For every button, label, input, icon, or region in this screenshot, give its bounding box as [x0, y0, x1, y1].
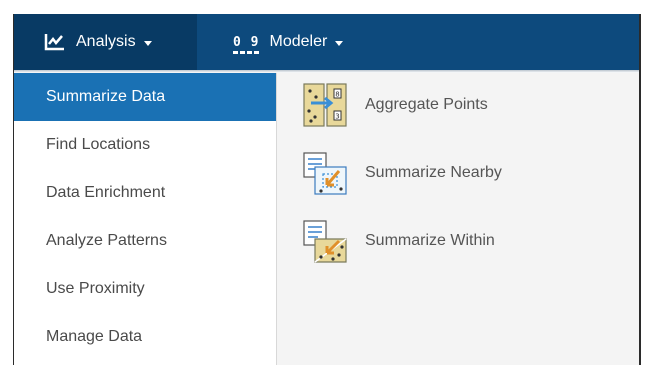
line-chart-icon — [44, 32, 66, 52]
svg-text:8: 8 — [335, 91, 339, 99]
top-toolbar: Analysis 0 9 Modeler — [14, 14, 640, 70]
sidebar-item-use-proximity[interactable]: Use Proximity — [14, 265, 276, 313]
sidebar-item-label: Analyze Patterns — [46, 232, 167, 249]
tool-label: Summarize Nearby — [365, 164, 502, 181]
left-margin — [0, 0, 14, 365]
digits-icon-text: 0 9 — [233, 34, 260, 50]
sidebar-item-label: Find Locations — [46, 136, 151, 153]
modeler-menu-button[interactable]: 0 9 Modeler — [233, 14, 344, 70]
tool-label: Aggregate Points — [365, 96, 488, 113]
sidebar-item-label: Summarize Data — [46, 88, 166, 105]
sidebar-item-summarize-data[interactable]: Summarize Data — [14, 73, 276, 121]
tool-aggregate-points[interactable]: 8 3 Aggregate Points — [301, 81, 621, 129]
analysis-category-sidebar: Summarize Data Find Locations Data Enric… — [14, 73, 277, 365]
aggregate-points-icon: 8 3 — [301, 81, 349, 129]
tool-summarize-nearby[interactable]: Summarize Nearby — [301, 149, 621, 197]
analysis-menu-button[interactable]: Analysis — [44, 14, 152, 70]
sidebar-item-analyze-patterns[interactable]: Analyze Patterns — [14, 217, 276, 265]
digits-icon: 0 9 — [233, 34, 260, 54]
svg-text:3: 3 — [335, 113, 339, 121]
sidebar-item-find-locations[interactable]: Find Locations — [14, 121, 276, 169]
sidebar-item-label: Use Proximity — [46, 280, 145, 297]
chevron-down-icon — [335, 40, 344, 46]
right-margin — [640, 0, 660, 365]
sidebar-item-label: Data Enrichment — [46, 184, 166, 201]
sidebar-item-label: Manage Data — [46, 328, 143, 345]
sidebar-item-manage-data[interactable]: Manage Data — [14, 313, 276, 361]
chevron-down-icon — [143, 40, 152, 46]
analysis-menu-label: Analysis — [76, 33, 136, 50]
tool-summarize-within[interactable]: Summarize Within — [301, 217, 621, 265]
summarize-nearby-icon — [301, 149, 349, 197]
right-border — [639, 14, 641, 365]
analysis-panel-window: Analysis 0 9 Modeler Summarize Data Find… — [0, 0, 660, 365]
summarize-within-icon — [301, 217, 349, 265]
tool-label: Summarize Within — [365, 232, 495, 249]
sidebar-item-data-enrichment[interactable]: Data Enrichment — [14, 169, 276, 217]
modeler-menu-label: Modeler — [269, 33, 328, 50]
tool-list-panel: 8 3 Aggregate Points Summarize Nearby Su… — [277, 73, 640, 365]
